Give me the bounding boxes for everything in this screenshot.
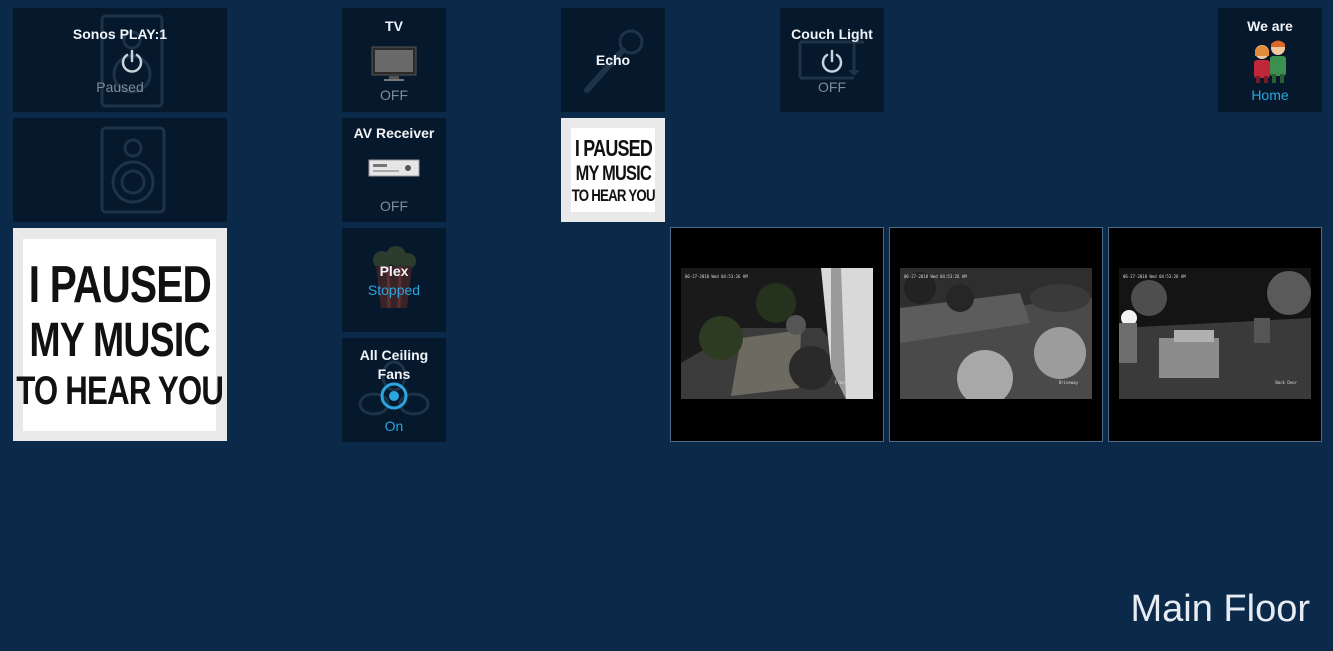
echo-tile[interactable]: Echo <box>561 8 665 112</box>
plex-title: Plex <box>379 263 409 279</box>
presence-title: We are <box>1247 18 1293 34</box>
album-art-tile[interactable]: I PAUSED MY MUSIC TO HEAR YOU <box>13 228 227 441</box>
dashboard-title: Main Floor <box>1130 588 1311 630</box>
tv-icon <box>371 46 417 81</box>
power-icon <box>121 49 143 73</box>
album-art: I PAUSED MY MUSIC TO HEAR YOU <box>16 239 224 431</box>
ceiling-fans-tile[interactable]: All Ceiling Fans On <box>342 338 446 442</box>
camera-timestamp: 06-27-2018 Wed 04:53:26 AM <box>904 274 967 279</box>
av-receiver-tile[interactable]: AV Receiver OFF <box>342 118 446 222</box>
receiver-icon <box>368 159 420 177</box>
av-receiver-title: AV Receiver <box>353 125 435 141</box>
album-art-line: MY MUSIC <box>29 314 210 367</box>
camera-feed: 06-27-2018 Wed 04:53:26 AM Driveway <box>900 268 1092 399</box>
album-art-line: MY MUSIC <box>575 161 651 185</box>
camera-label: Front Door <box>834 380 859 385</box>
camera-tile-front-door[interactable]: 06-27-2018 Wed 04:53:26 AM Front Door <box>670 227 884 442</box>
camera-timestamp: 06-27-2018 Wed 04:53:26 AM <box>1123 274 1186 279</box>
echo-title: Echo <box>595 52 631 68</box>
camera-feed: 06-27-2018 Wed 04:53:26 AM Back Door <box>1119 268 1311 399</box>
tv-status: OFF <box>380 87 408 103</box>
camera-timestamp: 06-27-2018 Wed 04:53:26 AM <box>685 274 748 279</box>
presence-status: Home <box>1251 87 1289 103</box>
camera-feed: 06-27-2018 Wed 04:53:26 AM Front Door <box>681 268 873 399</box>
couch-light-title: Couch Light <box>791 26 873 42</box>
av-receiver-status: OFF <box>380 198 408 214</box>
ceiling-fans-title: All Ceiling Fans <box>359 347 429 382</box>
album-art-line: TO HEAR YOU <box>16 369 224 413</box>
tv-title: TV <box>385 18 403 34</box>
camera-tile-driveway[interactable]: 06-27-2018 Wed 04:53:26 AM Driveway <box>889 227 1103 442</box>
sonos-tile[interactable]: Sonos PLAY:1 Paused <box>13 8 227 112</box>
popcorn-icon <box>373 246 416 309</box>
sonos-status: Paused <box>96 79 144 95</box>
tv-tile[interactable]: TV OFF <box>342 8 446 112</box>
power-icon <box>821 49 843 73</box>
album-art-small: I PAUSED MY MUSIC TO HEAR YOU <box>571 128 655 212</box>
sonos-title: Sonos PLAY:1 <box>72 26 168 42</box>
couch-light-status: OFF <box>818 79 846 95</box>
sonos-speaker-tile[interactable] <box>13 118 227 222</box>
speaker-icon <box>100 126 166 214</box>
people-icon <box>1254 40 1286 83</box>
album-art-line: I PAUSED <box>28 256 211 314</box>
plex-status: Stopped <box>367 282 421 298</box>
couch-light-tile[interactable]: Couch Light OFF <box>780 8 884 112</box>
album-art-line: I PAUSED <box>574 134 652 161</box>
plex-tile[interactable]: Plex Stopped <box>342 228 446 332</box>
presence-tile[interactable]: We are Home <box>1218 8 1322 112</box>
ceiling-fans-status: On <box>384 418 404 434</box>
camera-tile-back-door[interactable]: 06-27-2018 Wed 04:53:26 AM Back Door <box>1108 227 1322 442</box>
album-art-small-tile[interactable]: I PAUSED MY MUSIC TO HEAR YOU <box>561 118 665 222</box>
camera-label: Back Door <box>1275 380 1297 385</box>
album-art-line: TO HEAR YOU <box>571 185 655 205</box>
camera-label: Driveway <box>1058 380 1078 385</box>
